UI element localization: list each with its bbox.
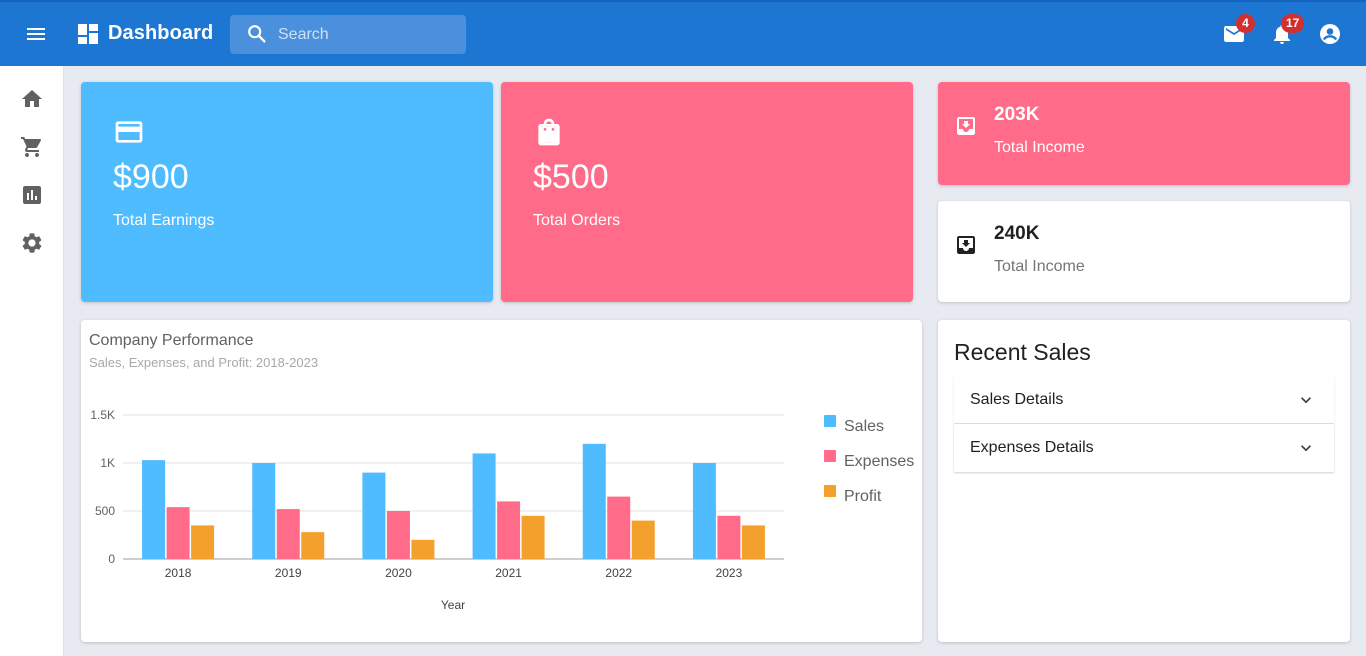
bar-expenses: [607, 496, 631, 559]
app-title: Dashboard: [108, 22, 214, 44]
search-input[interactable]: [278, 15, 458, 54]
bar-expenses: [276, 509, 300, 559]
earnings-value: $900: [113, 158, 189, 196]
recent-sales-card: Recent Sales Sales Details Expenses Deta…: [938, 320, 1350, 642]
bar-sales: [252, 463, 276, 559]
bar-profit: [631, 520, 655, 559]
legend-swatch: [824, 415, 836, 427]
bar-expenses: [386, 511, 410, 559]
y-tick-label: 500: [95, 504, 115, 518]
mail-badge: 4: [1236, 14, 1255, 33]
orders-card: $500 Total Orders: [501, 82, 913, 302]
legend-swatch: [824, 485, 836, 497]
earnings-card: $900 Total Earnings: [81, 82, 493, 302]
analytics-icon[interactable]: [20, 183, 44, 207]
settings-icon[interactable]: [20, 231, 44, 255]
legend-label: Sales: [844, 418, 884, 435]
orders-label: Total Orders: [533, 212, 621, 229]
bar-sales: [142, 460, 166, 559]
inbox-icon: [957, 236, 975, 254]
app-bar: Dashboard 4 17: [0, 0, 1366, 66]
chevron-down-icon: [1301, 445, 1311, 452]
bar-sales: [692, 463, 716, 559]
bar-sales: [362, 472, 386, 559]
income-card-white: 240K Total Income: [938, 201, 1350, 302]
accordion-sales-details[interactable]: Sales Details: [954, 376, 1334, 424]
bar-profit: [191, 525, 215, 559]
income-card-pink: 203K Total Income: [938, 82, 1350, 185]
inbox-icon: [957, 117, 975, 135]
income-pink-value: 203K: [994, 104, 1040, 125]
income-pink-label: Total Income: [994, 139, 1085, 156]
x-tick-label: 2019: [275, 566, 302, 580]
x-tick-label: 2023: [716, 566, 743, 580]
x-axis-label: Year: [441, 598, 465, 612]
x-tick-label: 2021: [495, 566, 522, 580]
chevron-down-icon: [1301, 397, 1311, 404]
menu-icon[interactable]: [24, 22, 48, 46]
cart-icon[interactable]: [20, 135, 44, 159]
account-icon[interactable]: [1318, 22, 1342, 46]
x-tick-label: 2022: [605, 566, 632, 580]
home-icon[interactable]: [20, 87, 44, 111]
bar-expenses: [497, 501, 521, 559]
x-tick-label: 2018: [165, 566, 192, 580]
sidebar: [0, 66, 64, 656]
dashboard-logo-icon: [78, 24, 98, 44]
search-box[interactable]: [230, 15, 466, 54]
bar-expenses: [717, 515, 741, 559]
legend-label: Profit: [844, 488, 882, 505]
orders-value: $500: [533, 158, 609, 196]
search-icon: [248, 25, 266, 43]
performance-card: Company Performance Sales, Expenses, and…: [81, 320, 922, 642]
shopping-bag-icon: [538, 118, 560, 146]
y-tick-label: 0: [108, 552, 115, 566]
bar-profit: [521, 515, 545, 559]
bar-profit: [411, 539, 435, 559]
legend-swatch: [824, 450, 836, 462]
earnings-label: Total Earnings: [113, 212, 215, 229]
income-white-label: Total Income: [994, 258, 1085, 275]
income-white-value: 240K: [994, 223, 1040, 244]
accordion-expenses-details[interactable]: Expenses Details: [954, 424, 1334, 472]
accordion-label: Expenses Details: [970, 439, 1094, 456]
accordion-label: Sales Details: [970, 391, 1064, 408]
recent-sales-heading: Recent Sales: [954, 339, 1091, 365]
bar-profit: [301, 532, 325, 559]
bar-profit: [741, 525, 765, 559]
y-tick-label: 1.5K: [90, 408, 115, 422]
notification-badge: 17: [1281, 14, 1305, 33]
legend-label: Expenses: [844, 453, 914, 470]
bar-sales: [472, 453, 496, 559]
performance-chart: 0 500 1K 1.5K 2018 2019 2020 2021 2022 2023 Year Sa…: [90, 408, 914, 612]
y-tick-label: 1K: [100, 456, 115, 470]
x-tick-label: 2020: [385, 566, 412, 580]
bar-expenses: [166, 507, 190, 559]
bar-sales: [582, 443, 606, 559]
credit-card-icon: [115, 121, 143, 143]
